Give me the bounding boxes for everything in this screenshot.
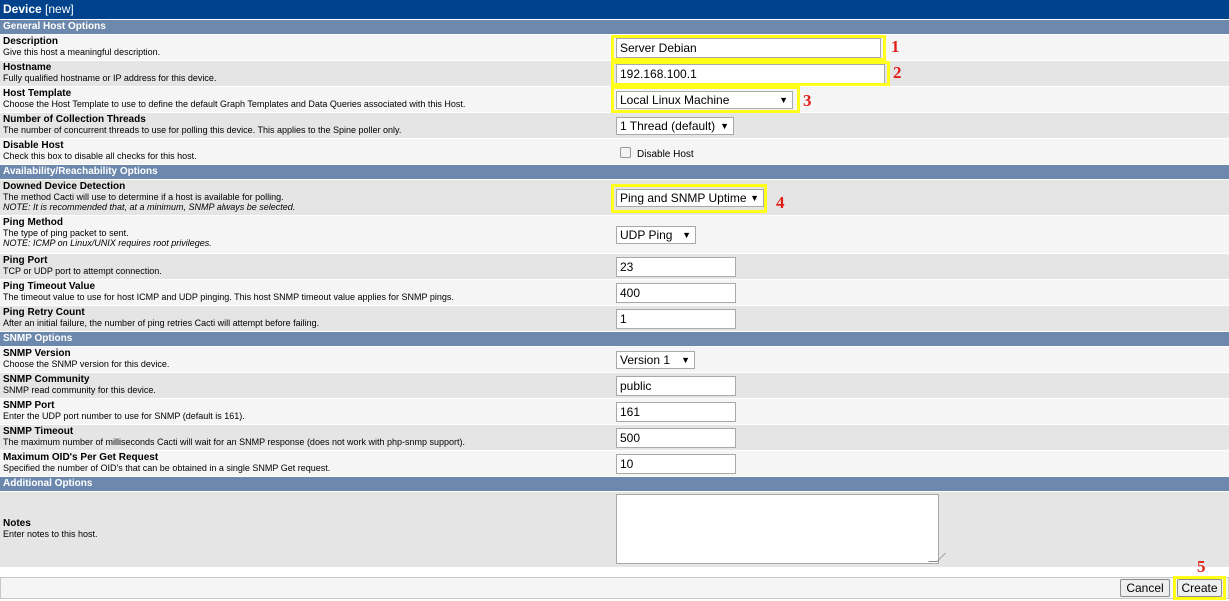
row-max-oids: Maximum OID's Per Get Request Specified … (0, 451, 1229, 477)
snmp-community-input[interactable]: public (616, 376, 736, 396)
ping-retry-input[interactable]: 1 (616, 309, 736, 329)
notes-label: Notes (3, 518, 31, 529)
snmp-port-input[interactable]: 161 (616, 402, 736, 422)
ping-timeout-label: Ping Timeout Value (3, 281, 96, 292)
window-title: Device [new] (0, 0, 1229, 19)
row-disable-host: Disable Host Check this box to disable a… (0, 139, 1229, 165)
ping-retry-label: Ping Retry Count (3, 307, 85, 318)
annotation-4: 4 (776, 193, 785, 212)
downed-detection-note: NOTE: It is recommended that, at a minim… (3, 202, 296, 212)
section-availability-options: Availability/Reachability Options (0, 165, 1229, 179)
row-ping-method: Ping Method The type of ping packet to s… (0, 216, 1229, 254)
description-label: Description (3, 36, 59, 47)
row-snmp-port: SNMP Port Enter the UDP port number to u… (0, 399, 1229, 425)
highlight-create (1173, 576, 1226, 600)
ping-port-input[interactable]: 23 (616, 257, 736, 277)
ping-method-value: UDP Ping (620, 228, 673, 242)
chevron-down-icon: ▼ (681, 355, 690, 365)
notes-help: Enter notes to this host. (3, 529, 98, 539)
threads-select[interactable]: 1 Thread (default) ▼ (616, 117, 734, 135)
snmp-version-value: Version 1 (620, 353, 671, 367)
highlight-downed-detection (611, 184, 767, 213)
snmp-community-help: SNMP read community for this device. (3, 385, 156, 395)
ping-timeout-help: The timeout value to use for host ICMP a… (3, 292, 454, 302)
snmp-timeout-help: The maximum number of milliseconds Cacti… (3, 437, 466, 447)
ping-method-select[interactable]: UDP Ping ▼ (616, 226, 696, 244)
snmp-timeout-input[interactable]: 500 (616, 428, 736, 448)
host-template-help: Choose the Host Template to use to defin… (3, 99, 466, 109)
row-ping-retry: Ping Retry Count After an initial failur… (0, 306, 1229, 332)
max-oids-help: Specified the number of OID's that can b… (3, 463, 331, 473)
row-snmp-community: SNMP Community SNMP read community for t… (0, 373, 1229, 399)
section-general-host-options: General Host Options (0, 20, 1229, 34)
max-oids-input[interactable]: 10 (616, 454, 736, 474)
host-template-label: Host Template (3, 88, 72, 99)
window-subtitle: [new] (45, 2, 74, 16)
section-additional-options: Additional Options (0, 477, 1229, 491)
highlight-description (611, 35, 886, 61)
highlight-host-template (611, 86, 800, 113)
chevron-down-icon: ▼ (682, 230, 691, 240)
ping-method-label: Ping Method (3, 217, 63, 228)
threads-help: The number of concurrent threads to use … (3, 125, 402, 135)
snmp-community-label: SNMP Community (3, 374, 90, 385)
ping-method-help: The type of ping packet to sent. (3, 228, 129, 238)
disable-host-checkbox-label[interactable]: Disable Host (637, 149, 694, 161)
snmp-version-help: Choose the SNMP version for this device. (3, 359, 170, 369)
ping-retry-help: After an initial failure, the number of … (3, 318, 320, 328)
snmp-port-help: Enter the UDP port number to use for SNM… (3, 411, 245, 421)
threads-value: 1 Thread (default) (620, 119, 716, 133)
snmp-version-label: SNMP Version (3, 348, 71, 359)
ping-port-label: Ping Port (3, 255, 48, 266)
downed-detection-label: Downed Device Detection (3, 181, 126, 192)
row-snmp-version: SNMP Version Choose the SNMP version for… (0, 347, 1229, 373)
disable-host-checkbox[interactable] (620, 147, 631, 158)
notes-textarea[interactable] (616, 494, 946, 564)
row-notes: Notes Enter notes to this host. (0, 492, 1229, 568)
max-oids-label: Maximum OID's Per Get Request (3, 452, 159, 463)
annotation-1: 1 (891, 37, 900, 56)
downed-detection-help: The method Cacti will use to determine i… (3, 192, 284, 202)
window-title-text: Device (3, 2, 42, 16)
row-ping-timeout: Ping Timeout Value The timeout value to … (0, 280, 1229, 306)
row-collection-threads: Number of Collection Threads The number … (0, 113, 1229, 139)
snmp-timeout-label: SNMP Timeout (3, 426, 74, 437)
disable-host-label: Disable Host (3, 140, 64, 151)
row-ping-port: Ping Port TCP or UDP port to attempt con… (0, 254, 1229, 280)
hostname-help: Fully qualified hostname or IP address f… (3, 73, 217, 83)
snmp-port-label: SNMP Port (3, 400, 55, 411)
annotation-3: 3 (803, 91, 812, 110)
ping-method-note: NOTE: ICMP on Linux/UNIX requires root p… (3, 238, 212, 248)
cancel-button[interactable]: Cancel (1120, 579, 1170, 597)
annotation-5: 5 (1197, 557, 1206, 576)
hostname-label: Hostname (3, 62, 52, 73)
section-snmp-options: SNMP Options (0, 332, 1229, 346)
chevron-down-icon: ▼ (720, 121, 729, 131)
annotation-2: 2 (893, 63, 902, 82)
form-footer (0, 577, 1229, 599)
ping-timeout-input[interactable]: 400 (616, 283, 736, 303)
disable-host-help: Check this box to disable all checks for… (3, 151, 197, 161)
threads-label: Number of Collection Threads (3, 114, 146, 125)
highlight-hostname (611, 61, 890, 86)
snmp-version-select[interactable]: Version 1 ▼ (616, 351, 695, 369)
ping-port-help: TCP or UDP port to attempt connection. (3, 266, 162, 276)
row-snmp-timeout: SNMP Timeout The maximum number of milli… (0, 425, 1229, 451)
description-help: Give this host a meaningful description. (3, 47, 161, 57)
